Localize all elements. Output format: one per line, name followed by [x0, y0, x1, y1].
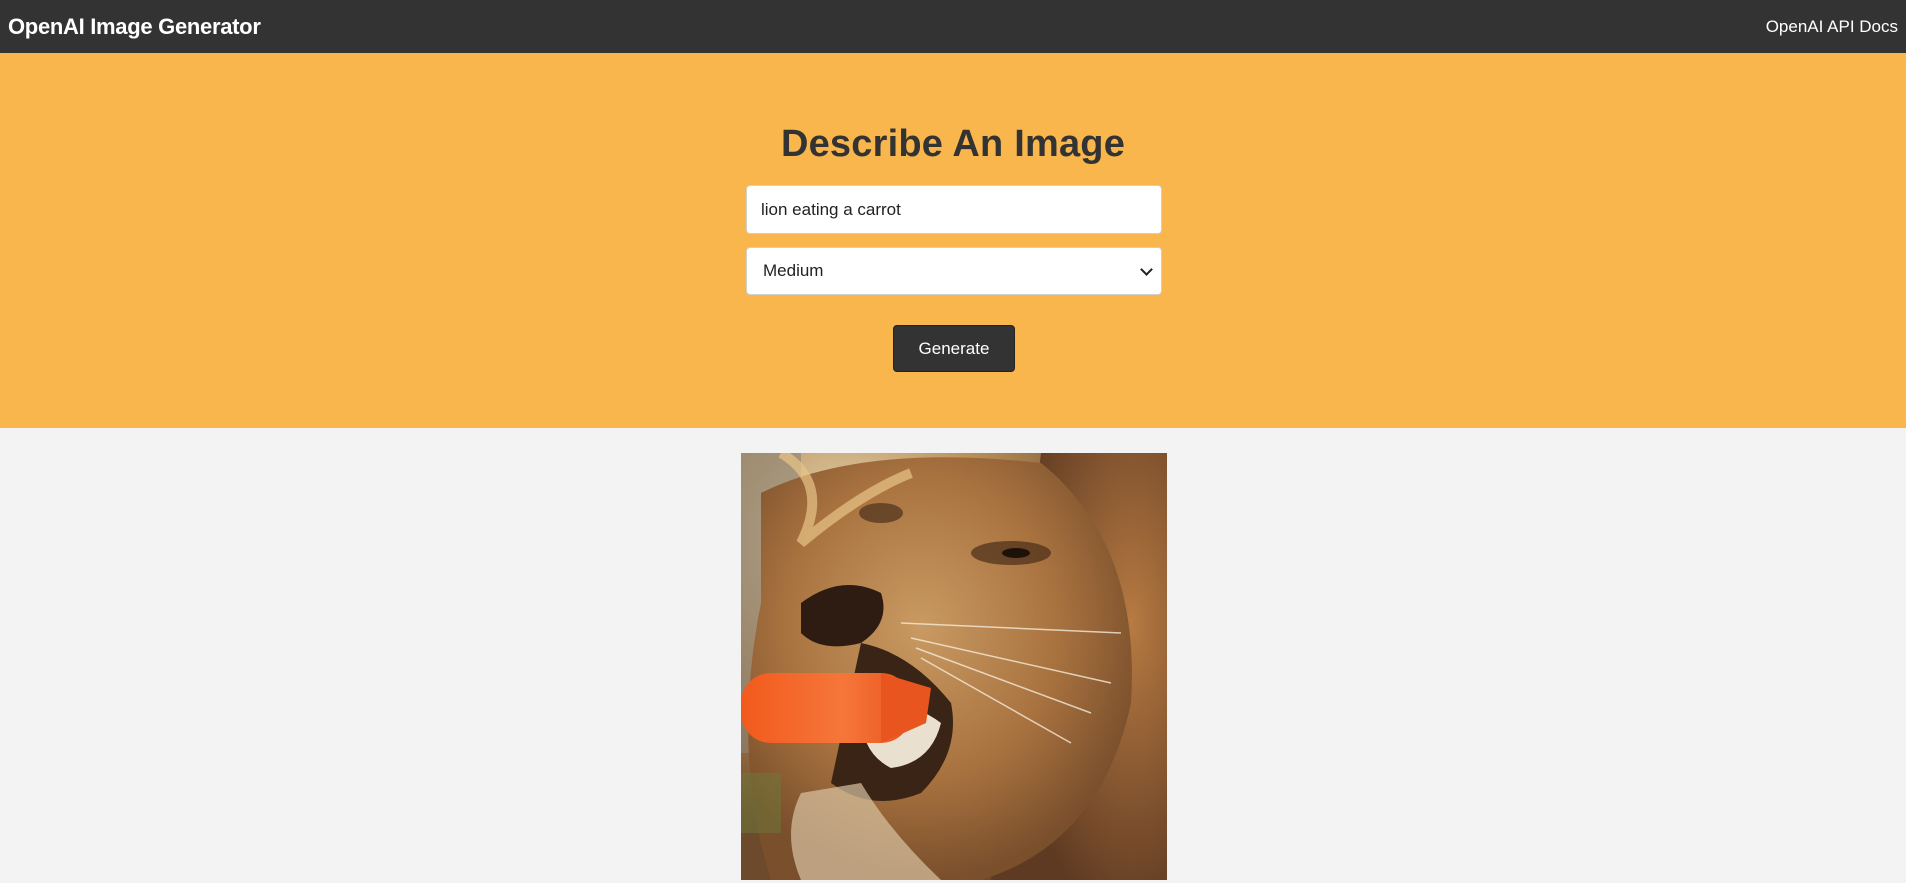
brand-logo: OpenAI Image Generator: [8, 13, 261, 39]
generated-image: [741, 453, 1167, 880]
size-select-value: Medium: [763, 261, 824, 280]
top-navbar: OpenAI Image Generator OpenAI API Docs: [0, 0, 1906, 53]
page-title: Describe An Image: [780, 123, 1126, 165]
prompt-section: Describe An Image Medium Generate: [0, 53, 1906, 428]
generate-button[interactable]: Generate: [893, 325, 1015, 372]
size-select[interactable]: Medium: [746, 247, 1162, 295]
api-docs-link[interactable]: OpenAI API Docs: [1766, 17, 1898, 37]
chevron-down-icon: [1140, 262, 1153, 276]
prompt-input[interactable]: [746, 185, 1162, 234]
